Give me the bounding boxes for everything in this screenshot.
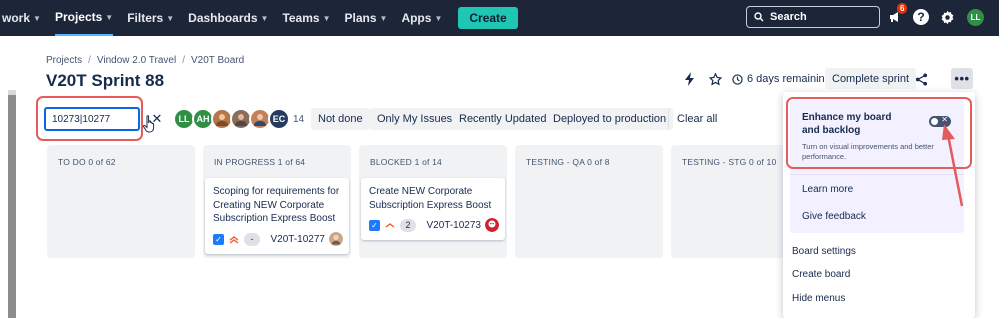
divider (790, 174, 964, 175)
assignee-avatar (485, 218, 499, 232)
menu-create-board[interactable]: Create board (792, 269, 850, 280)
nav-projects[interactable]: Projects ▼ (54, 0, 114, 36)
checkbox-icon: ✓ (369, 219, 380, 231)
nav-teams[interactable]: Teams ▼ (282, 0, 330, 36)
nav-your-work[interactable]: r work▼ (0, 0, 41, 36)
nav-dashboards[interactable]: Dashboards ▼ (188, 0, 268, 36)
story-points-badge: - (244, 232, 260, 246)
nav-filters[interactable]: Filters ▼ (127, 0, 174, 36)
chevron-down-icon: ▼ (33, 13, 41, 23)
priority-high-icon (229, 235, 239, 244)
chevron-down-icon: ▼ (105, 12, 114, 22)
complete-sprint-button[interactable]: Complete sprint (825, 68, 917, 89)
board-column-testing-qa: TESTING - QA 0 of 8 (515, 145, 663, 258)
settings-button[interactable] (938, 8, 956, 26)
search-label: Search (770, 11, 807, 23)
menu-give-feedback[interactable]: Give feedback (802, 211, 866, 222)
column-title: TESTING - QA 0 of 8 (526, 157, 610, 167)
sprint-remaining: 6 days remaining (732, 69, 831, 89)
card-summary: Create NEW Corporate Subscription Expres… (369, 186, 492, 211)
column-title: BLOCKED 1 of 14 (370, 157, 442, 167)
lightning-icon (685, 72, 694, 86)
help-button[interactable]: ? (912, 8, 930, 26)
issue-card[interactable]: Scoping for requirements for Creating NE… (205, 178, 349, 254)
filter-chip-recently-updated[interactable]: Recently Updated (452, 108, 554, 130)
board-search-input[interactable]: 10273|10277 (44, 107, 140, 131)
column-title: TO DO 0 of 62 (58, 157, 116, 167)
filter-chip-not-done[interactable]: Not done (311, 108, 370, 130)
chevron-down-icon: ▼ (322, 13, 331, 23)
page-title: V20T Sprint 88 (46, 71, 165, 90)
star-icon (708, 72, 722, 85)
more-icon: ••• (954, 71, 970, 86)
clear-all-link[interactable]: Clear all (677, 113, 717, 125)
nav-label: Dashboards (188, 11, 258, 25)
priority-medium-icon (385, 221, 395, 229)
assignee-filter: LL AH EC 14 (173, 108, 304, 130)
sidebar-scrollbar[interactable] (8, 95, 16, 318)
board-column-in-progress: IN PROGRESS 1 of 64 Scoping for requirem… (203, 145, 351, 258)
gear-icon (941, 10, 953, 24)
card-footer: ✓ 2 V20T-10273 (369, 218, 499, 232)
filter-chip-deployed[interactable]: Deployed to production (546, 108, 674, 130)
breadcrumb-projects[interactable]: Projects (46, 55, 82, 66)
help-icon: ? (913, 9, 929, 25)
person-icon (254, 114, 266, 126)
chevron-down-icon: ▼ (434, 13, 443, 23)
breadcrumb-board[interactable]: V20T Board (191, 55, 244, 66)
menu-learn-more[interactable]: Learn more (802, 184, 853, 195)
chevron-down-icon: ▼ (166, 13, 175, 23)
automation-button[interactable] (681, 70, 699, 88)
menu-board-settings[interactable]: Board settings (792, 246, 856, 257)
remaining-label: 6 days remaining (747, 73, 831, 85)
issue-key[interactable]: V20T-10273 (427, 220, 482, 231)
board-column-blocked: BLOCKED 1 of 14 Create NEW Corporate Sub… (359, 145, 507, 258)
issue-card[interactable]: Create NEW Corporate Subscription Expres… (361, 178, 505, 240)
nav-apps[interactable]: Apps ▼ (401, 0, 442, 36)
clock-icon (732, 73, 743, 85)
column-title: TESTING - STG 0 of 10 (682, 157, 777, 167)
search-icon (754, 12, 764, 22)
star-button[interactable] (706, 70, 724, 88)
nav-label: Plans (344, 11, 377, 25)
assignee-avatar (329, 232, 343, 246)
chevron-down-icon: ▼ (260, 13, 269, 23)
nav-label: Projects (54, 10, 103, 24)
create-button[interactable]: Create (458, 7, 518, 29)
nav-plans[interactable]: Plans ▼ (345, 0, 388, 36)
menu-hide-menus[interactable]: Hide menus (792, 293, 845, 304)
avatar-more-count[interactable]: 14 (293, 114, 304, 125)
avatar[interactable]: EC (268, 108, 290, 130)
nav-label: Teams (282, 11, 320, 25)
card-summary: Scoping for requirements for Creating NE… (213, 186, 340, 224)
nav-label: Filters (127, 11, 164, 25)
person-icon (216, 114, 228, 126)
breadcrumb: Projects / Vindow 2.0 Travel / V20T Board (46, 55, 245, 66)
issue-key[interactable]: V20T-10277 (271, 234, 326, 245)
global-search-input[interactable]: Search (746, 6, 880, 28)
breadcrumb-project[interactable]: Vindow 2.0 Travel (97, 55, 176, 66)
user-avatar[interactable]: LL (967, 9, 984, 26)
checkbox-icon: ✓ (213, 233, 224, 245)
person-icon (235, 114, 247, 126)
more-actions-button[interactable]: ••• (951, 68, 973, 89)
toggle-highlight-outline (786, 97, 972, 169)
story-points-badge: 2 (400, 218, 416, 232)
divider (668, 109, 669, 129)
share-icon (915, 72, 927, 86)
filter-chip-only-my-issues[interactable]: Only My Issues (370, 108, 460, 130)
board-search-value: 10273|10277 (52, 113, 111, 125)
nav-label: Apps (401, 11, 432, 25)
nav-label: r work (0, 11, 31, 25)
column-title: IN PROGRESS 1 of 64 (214, 157, 306, 167)
hand-cursor-icon (142, 115, 155, 133)
chevron-down-icon: ▼ (379, 13, 388, 23)
card-footer: ✓ - V20T-10277 (213, 232, 343, 246)
share-button[interactable] (912, 70, 930, 88)
board-column-todo: TO DO 0 of 62 (47, 145, 195, 258)
